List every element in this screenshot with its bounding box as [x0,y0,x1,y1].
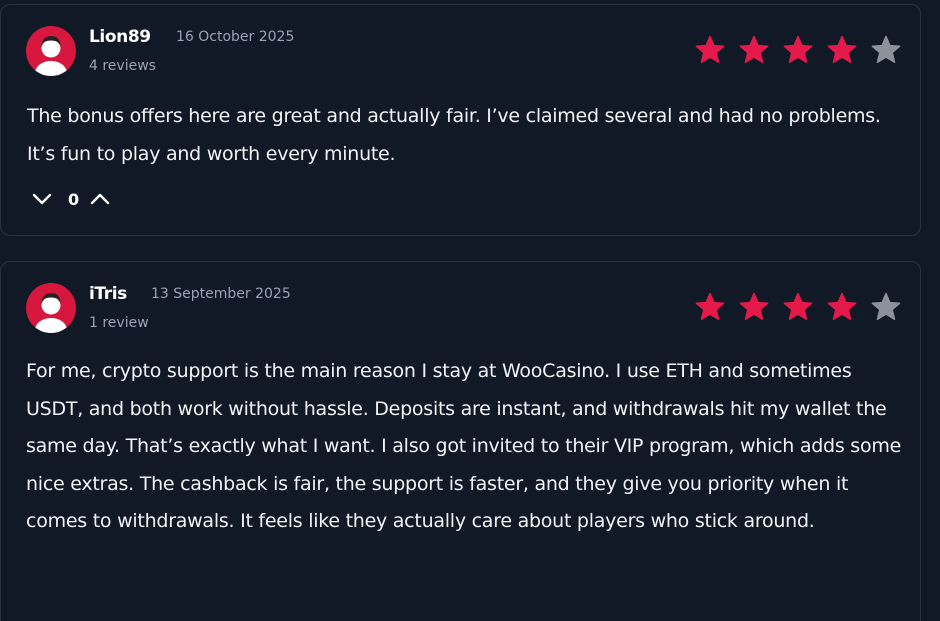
vote-count: 0 [68,189,80,209]
star-filled-icon [827,292,857,320]
user-review-count: 1 review [89,315,149,331]
star-filled-icon [695,292,725,320]
user-avatar-icon [26,26,76,76]
user-avatar-icon [26,283,76,333]
star-filled-icon [783,292,813,320]
star-empty-icon [871,292,901,320]
chevron-up-icon [90,193,110,205]
review-text: For me, crypto support is the main reaso… [26,360,902,533]
review-date: 16 October 2025 [176,29,295,45]
star-filled-icon [827,35,857,63]
star-rating [695,292,901,322]
star-filled-icon [739,35,769,63]
star-filled-icon [739,292,769,320]
username: Lion89 [89,27,151,47]
user-review-count: 4 reviews [89,58,156,74]
vote-controls: 0 [31,188,111,210]
review-text: The bonus offers here are great and actu… [27,105,881,165]
upvote-button[interactable] [89,188,111,210]
star-rating [695,35,901,65]
review-date: 13 September 2025 [151,286,291,302]
star-filled-icon [783,35,813,63]
username: iTris [89,284,127,304]
star-filled-icon [695,35,725,63]
star-empty-icon [871,35,901,63]
review-card: Lion89 16 October 2025 4 reviews The bon… [0,4,921,236]
chevron-down-icon [32,193,52,205]
downvote-button[interactable] [31,188,53,210]
